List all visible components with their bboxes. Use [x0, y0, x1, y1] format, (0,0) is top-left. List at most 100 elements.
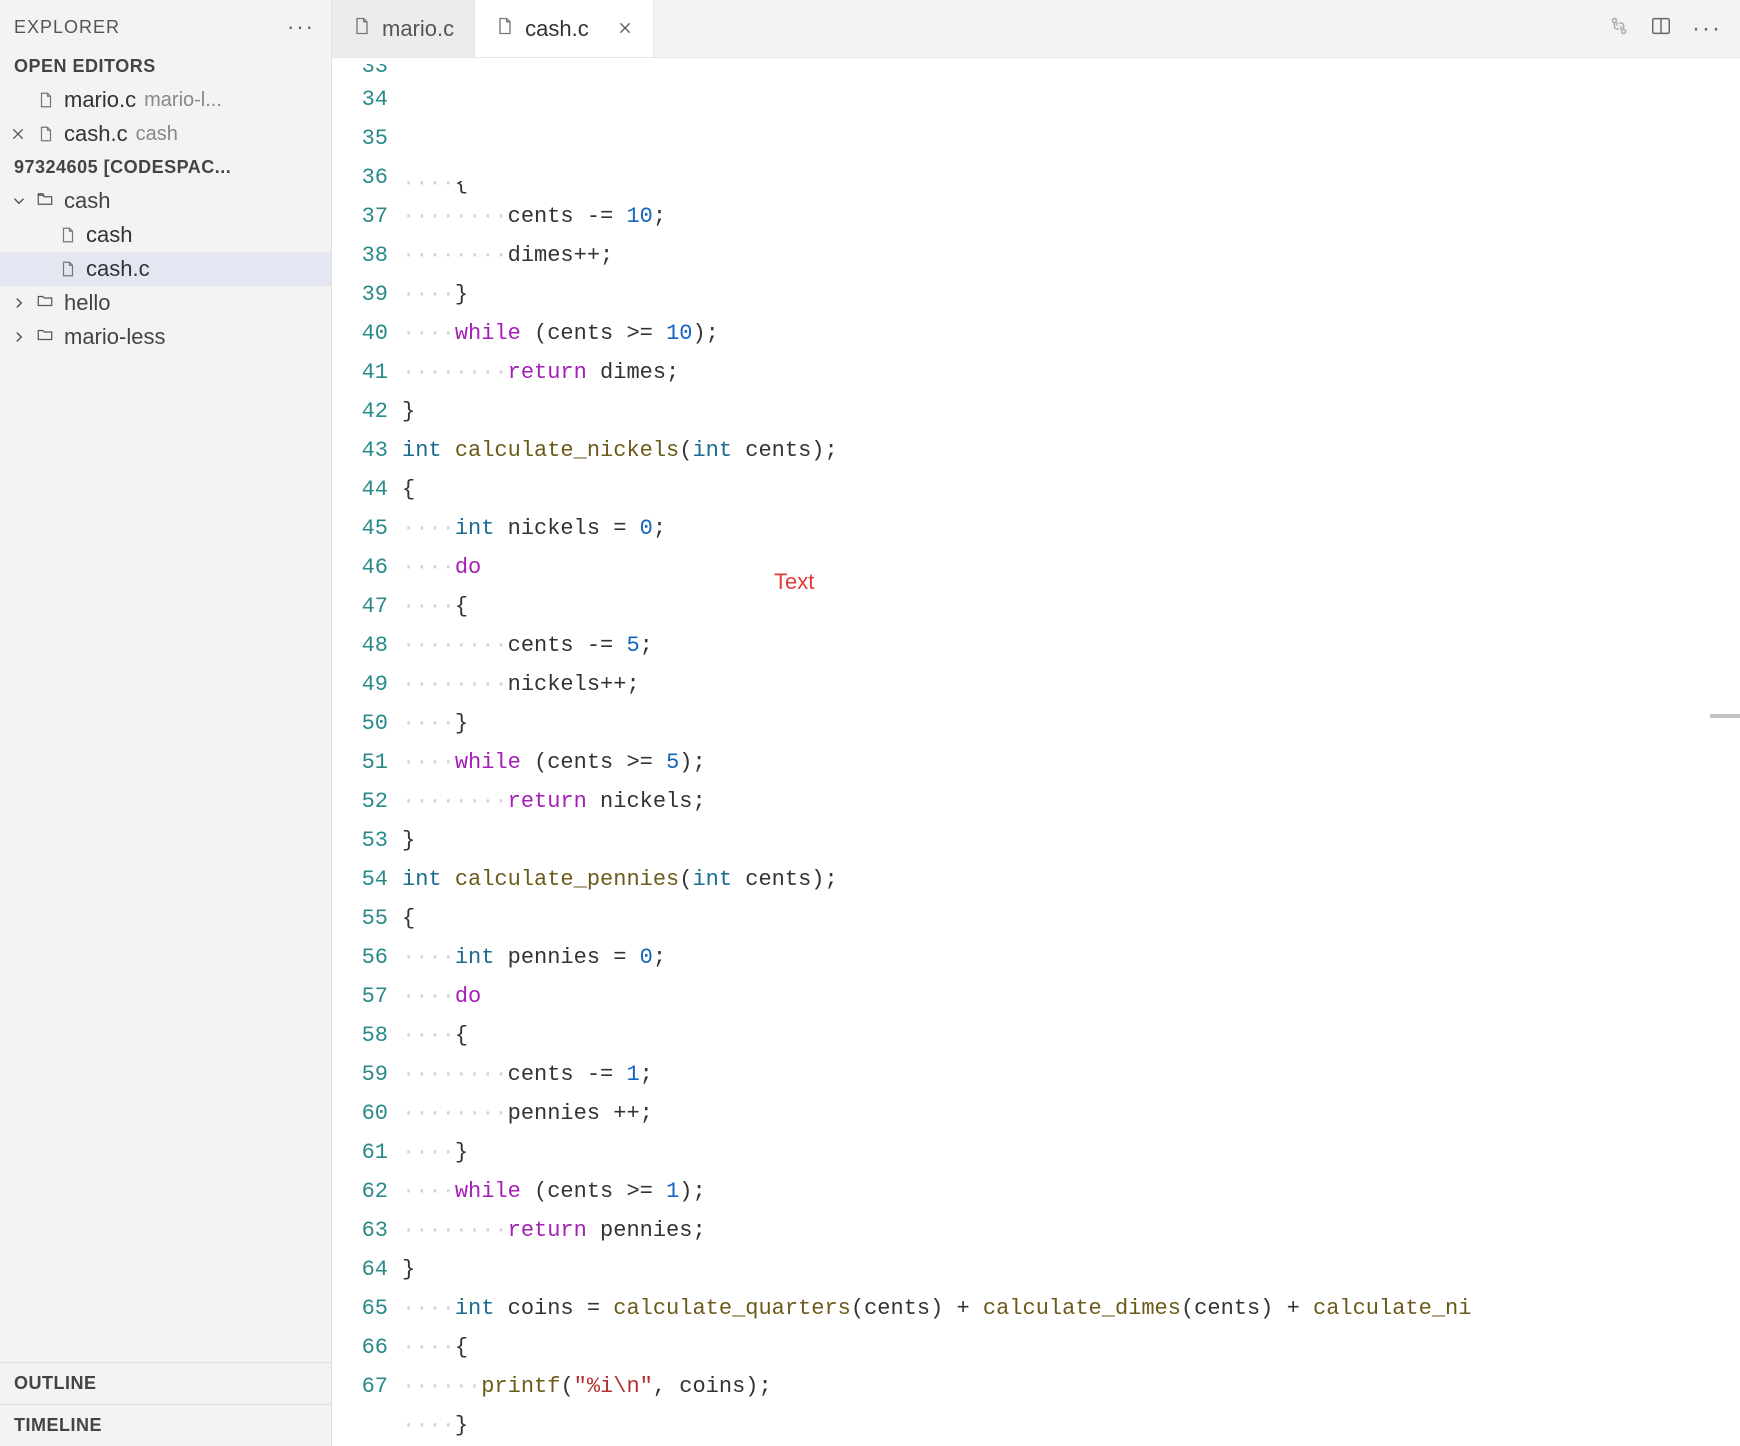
- folder-row-mario-less[interactable]: mario-less: [0, 320, 331, 354]
- code-line[interactable]: int calculate_pennies(int cents);: [402, 860, 1740, 899]
- code-line[interactable]: int calculate_nickels(int cents);: [402, 431, 1740, 470]
- folder-label: mario-less: [64, 324, 165, 350]
- code-line[interactable]: ····int coins = calculate_quarters(cents…: [402, 1289, 1740, 1328]
- code-line[interactable]: ····{: [402, 1016, 1740, 1055]
- compare-changes-icon[interactable]: [1608, 15, 1630, 43]
- code-line[interactable]: ····while (cents >= 1);: [402, 1172, 1740, 1211]
- folder-icon: [36, 324, 54, 350]
- line-number: 43: [332, 431, 388, 470]
- tab-mario-c[interactable]: mario.c: [332, 0, 475, 57]
- code-line[interactable]: ····{: [402, 1328, 1740, 1367]
- open-editor-label: cash.c: [64, 121, 128, 147]
- code-line[interactable]: ····int nickels = 0;: [402, 509, 1740, 548]
- folder-row-cash[interactable]: cash: [0, 184, 331, 218]
- line-number: 51: [332, 743, 388, 782]
- code-line[interactable]: {: [402, 470, 1740, 509]
- code-line[interactable]: ····}: [402, 704, 1740, 743]
- folder-label: hello: [64, 290, 110, 316]
- line-number: 46: [332, 548, 388, 587]
- close-icon[interactable]: [8, 126, 28, 142]
- tab-more-icon[interactable]: ···: [1692, 15, 1722, 43]
- code-line[interactable]: ········pennies ++;: [402, 1094, 1740, 1133]
- folder-open-icon: [36, 188, 54, 214]
- whitespace: ········: [402, 672, 508, 697]
- workspace-title[interactable]: 97324605 [CODESPAC...: [0, 151, 331, 184]
- code-line[interactable]: ····do: [402, 977, 1740, 1016]
- line-number: 56: [332, 938, 388, 977]
- code-area[interactable]: ····{········cents -= 10;········dimes++…: [402, 64, 1740, 1446]
- whitespace: ····: [402, 750, 455, 775]
- file-row[interactable]: cash.c: [0, 252, 331, 286]
- code-line[interactable]: }: [402, 821, 1740, 860]
- close-icon[interactable]: [617, 16, 633, 42]
- code-line[interactable]: ········cents -= 1;: [402, 1055, 1740, 1094]
- code-line[interactable]: ········return pennies;: [402, 1211, 1740, 1250]
- code-line[interactable]: ········dimes++;: [402, 236, 1740, 275]
- whitespace: ········: [402, 633, 508, 658]
- tab-cash-c[interactable]: cash.c: [475, 0, 654, 57]
- line-number: 44: [332, 470, 388, 509]
- code-line[interactable]: ········cents -= 10;: [402, 197, 1740, 236]
- code-line[interactable]: ····while (cents >= 5);: [402, 743, 1740, 782]
- code-line[interactable]: }: [402, 1250, 1740, 1289]
- line-number: 61: [332, 1133, 388, 1172]
- code-line[interactable]: ········return nickels;: [402, 782, 1740, 821]
- whitespace: ····: [402, 1140, 455, 1165]
- whitespace: ········: [402, 360, 508, 385]
- code-line[interactable]: ········nickels++;: [402, 665, 1740, 704]
- line-number: 58: [332, 1016, 388, 1055]
- line-number: 63: [332, 1211, 388, 1250]
- code-line[interactable]: ····}: [402, 1406, 1740, 1445]
- open-editor-label: mario.c: [64, 87, 136, 113]
- code-line[interactable]: ····while (cents >= 10);: [402, 314, 1740, 353]
- line-number: 34: [332, 80, 388, 119]
- line-number: 60: [332, 1094, 388, 1133]
- whitespace: ····: [402, 984, 455, 1009]
- code-line[interactable]: ····int pennies = 0;: [402, 938, 1740, 977]
- split-editor-icon[interactable]: [1650, 15, 1672, 43]
- timeline-title[interactable]: TIMELINE: [0, 1404, 331, 1446]
- file-icon: [58, 226, 78, 244]
- open-editors-title[interactable]: OPEN EDITORS: [0, 50, 331, 83]
- line-number: 35: [332, 119, 388, 158]
- explorer-more-icon[interactable]: ···: [287, 14, 315, 40]
- code-line[interactable]: ········cents -= 5;: [402, 626, 1740, 665]
- code-line[interactable]: ····}: [402, 1133, 1740, 1172]
- whitespace: ····: [402, 1296, 455, 1321]
- line-number: 59: [332, 1055, 388, 1094]
- open-editor-item[interactable]: mario.c mario-l...: [0, 83, 331, 117]
- whitespace: ······: [402, 1374, 481, 1399]
- code-line[interactable]: }: [402, 392, 1740, 431]
- explorer-title: EXPLORER: [14, 17, 120, 38]
- whitespace: ····: [402, 321, 455, 346]
- line-number: 62: [332, 1172, 388, 1211]
- explorer-header: EXPLORER ···: [0, 0, 331, 50]
- code-line[interactable]: ····}: [402, 275, 1740, 314]
- chevron-down-icon: [10, 192, 28, 210]
- line-number: 41: [332, 353, 388, 392]
- code-editor[interactable]: 3334353637383940414243444546474849505152…: [332, 58, 1740, 1446]
- overlay-annotation: Text: [774, 562, 814, 601]
- whitespace: ····: [402, 555, 455, 580]
- file-icon: [36, 125, 56, 143]
- code-line[interactable]: ····{: [402, 587, 1740, 626]
- code-line[interactable]: ····{: [402, 181, 1740, 197]
- line-number: 40: [332, 314, 388, 353]
- line-number: 52: [332, 782, 388, 821]
- code-line[interactable]: ········return dimes;: [402, 353, 1740, 392]
- file-row[interactable]: cash: [0, 218, 331, 252]
- code-line[interactable]: ······printf("%i\n", coins);: [402, 1367, 1740, 1406]
- whitespace: ········: [402, 204, 508, 229]
- file-icon: [36, 91, 56, 109]
- outline-title[interactable]: OUTLINE: [0, 1363, 331, 1404]
- file-icon: [352, 16, 372, 42]
- code-line[interactable]: ····do: [402, 548, 1740, 587]
- open-editor-item[interactable]: cash.c cash: [0, 117, 331, 151]
- line-number: 48: [332, 626, 388, 665]
- line-number: 49: [332, 665, 388, 704]
- whitespace: ········: [402, 789, 508, 814]
- whitespace: ········: [402, 1062, 508, 1087]
- folder-row-hello[interactable]: hello: [0, 286, 331, 320]
- editor-main: mario.ccash.c ··· 3334353637383940414243…: [332, 0, 1740, 1446]
- code-line[interactable]: {: [402, 899, 1740, 938]
